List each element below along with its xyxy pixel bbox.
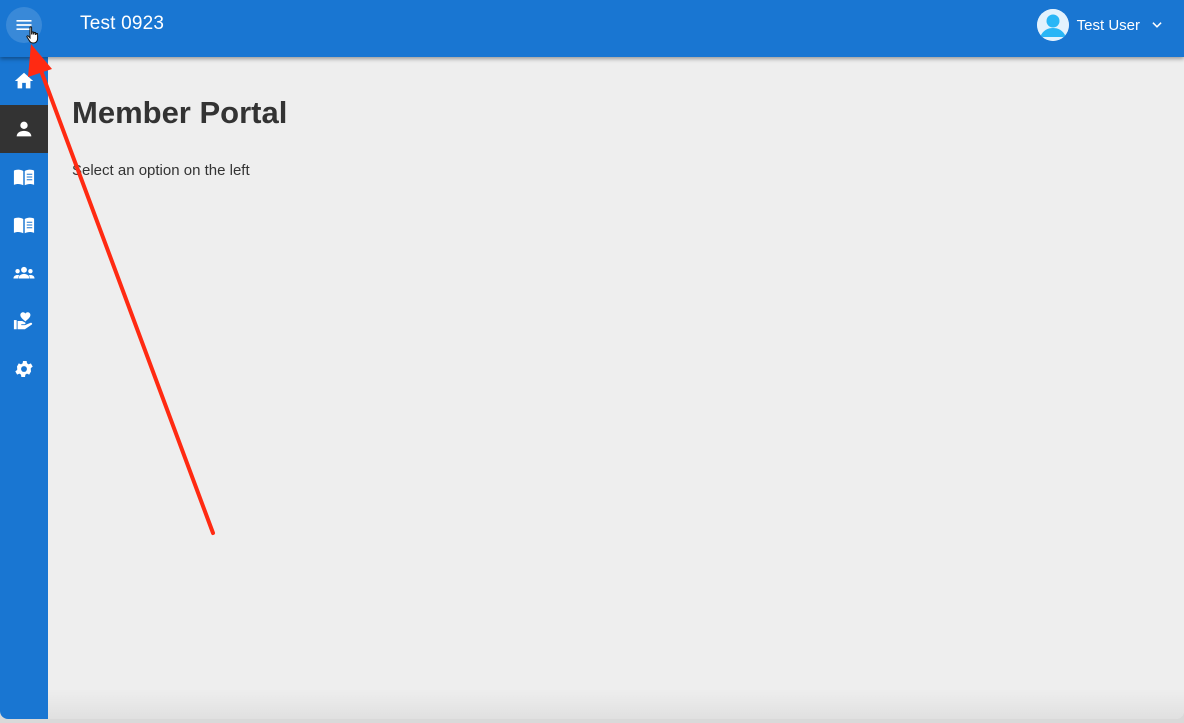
hand-pointer-cursor-icon [26, 26, 39, 44]
sidebar-item-settings[interactable] [0, 345, 48, 393]
sidebar-item-member[interactable] [0, 105, 48, 153]
gear-icon [15, 361, 33, 377]
sidebar-item-book-1[interactable] [0, 153, 48, 201]
user-menu-button[interactable]: Test User [1036, 8, 1164, 42]
app-window: Test 0923 Test User Member Portal Select… [0, 0, 1184, 719]
volunteer-hand-heart-icon [13, 312, 33, 330]
sidebar-item-groups[interactable] [0, 249, 48, 297]
page-title: Member Portal [72, 95, 288, 130]
account-circle-icon [1036, 9, 1069, 41]
open-book-icon [13, 169, 35, 186]
sidebar-nav [0, 57, 48, 719]
open-book-icon [13, 217, 35, 234]
home-icon [14, 72, 34, 89]
sidebar-item-volunteer[interactable] [0, 297, 48, 345]
user-name: Test User [1076, 16, 1140, 34]
bottom-shadow [48, 689, 1184, 719]
chevron-down-icon [1152, 22, 1162, 28]
sidebar-item-home[interactable] [0, 57, 48, 105]
main-content: Member Portal Select an option on the le… [48, 57, 1184, 719]
sidebar-item-book-2[interactable] [0, 201, 48, 249]
person-icon [16, 121, 32, 137]
app-title: Test 0923 [80, 13, 165, 34]
top-app-bar: Test 0923 Test User [0, 0, 1184, 57]
hint-text: Select an option on the left [72, 162, 250, 179]
group-icon [13, 266, 35, 279]
